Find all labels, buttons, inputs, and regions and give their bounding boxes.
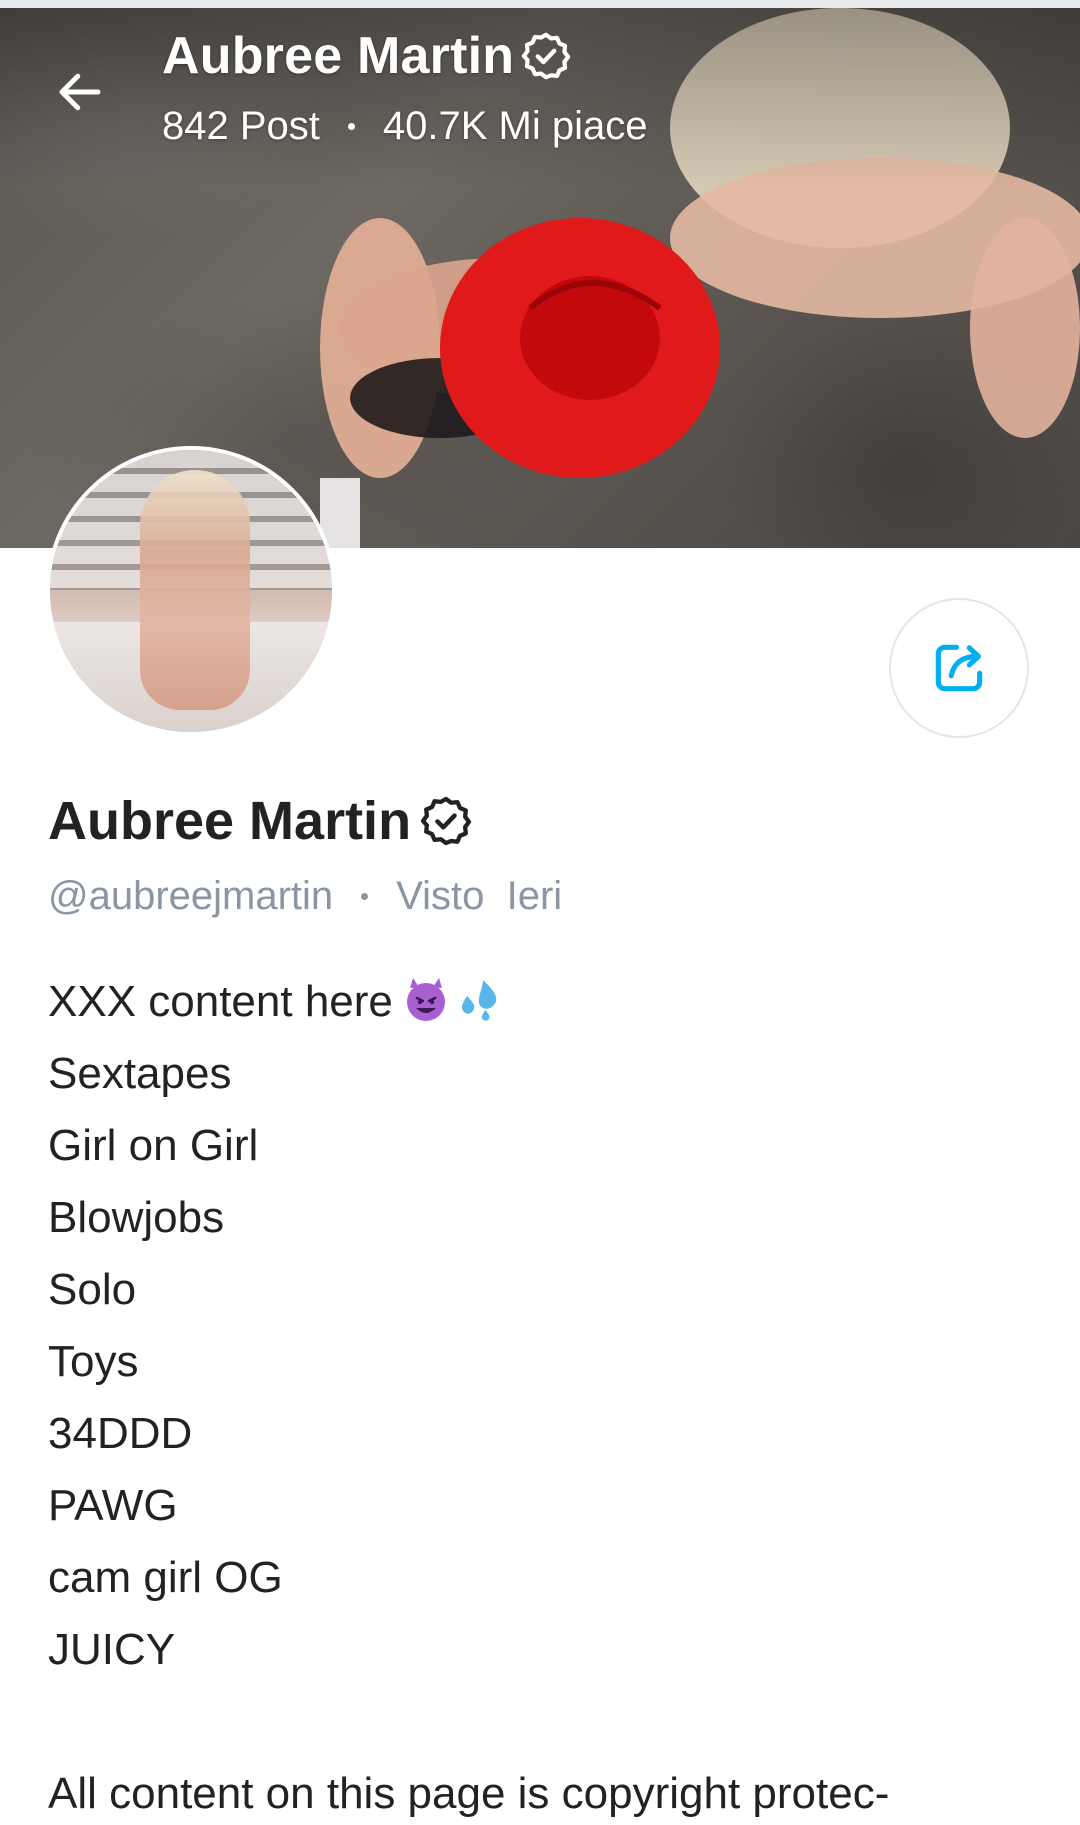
bio-line: Girl on Girl xyxy=(48,1121,259,1170)
bio-line: Blowjobs xyxy=(48,1193,225,1242)
sweat-droplets-emoji xyxy=(461,980,497,1021)
back-button[interactable] xyxy=(48,60,112,124)
handle-row: @aubreejmartin Visto Ieri xyxy=(48,874,562,919)
share-icon xyxy=(935,644,983,692)
bio-line: 34DDD xyxy=(48,1409,193,1458)
arrow-left-icon xyxy=(59,73,101,111)
separator-dot xyxy=(361,893,369,900)
header-title: Aubree Martin xyxy=(162,26,572,86)
avatar[interactable] xyxy=(46,446,336,736)
bio-line: JUICY xyxy=(48,1625,176,1674)
bio-line: XXX content here xyxy=(48,966,1038,1038)
like-count: 40.7K Mi piace xyxy=(382,104,648,148)
verified-badge-icon xyxy=(522,32,571,80)
profile-page: Aubree Martin 842 Post 40.7K Mi piace Au… xyxy=(0,0,1080,1825)
username-handle[interactable]: @aubreejmartin xyxy=(48,874,333,919)
bio-line: Toys xyxy=(48,1337,139,1386)
separator-dot xyxy=(347,123,355,130)
smiling-devil-emoji xyxy=(406,978,445,1021)
header-name: Aubree Martin xyxy=(162,27,515,85)
last-seen-status: Visto Ieri xyxy=(396,874,563,918)
post-count: 842 Post xyxy=(162,104,320,148)
bio-line: Solo xyxy=(48,1265,137,1314)
status-divider xyxy=(0,0,1080,8)
header-stats: 842 Post 40.7K Mi piace xyxy=(162,104,647,149)
profile-name: Aubree Martin xyxy=(48,790,473,852)
bio-line: cam girl OG xyxy=(48,1553,283,1602)
bio-footer: All content on this page is copyright pr… xyxy=(48,1769,890,1818)
bio-line: PAWG xyxy=(48,1481,178,1530)
verified-badge-icon xyxy=(420,796,472,846)
share-button[interactable] xyxy=(889,598,1029,738)
bio-text: XXX content here Sextapes Girl on Girl B… xyxy=(48,966,1038,1825)
display-name: Aubree Martin xyxy=(48,791,412,851)
bio-line: Sextapes xyxy=(48,1049,232,1098)
